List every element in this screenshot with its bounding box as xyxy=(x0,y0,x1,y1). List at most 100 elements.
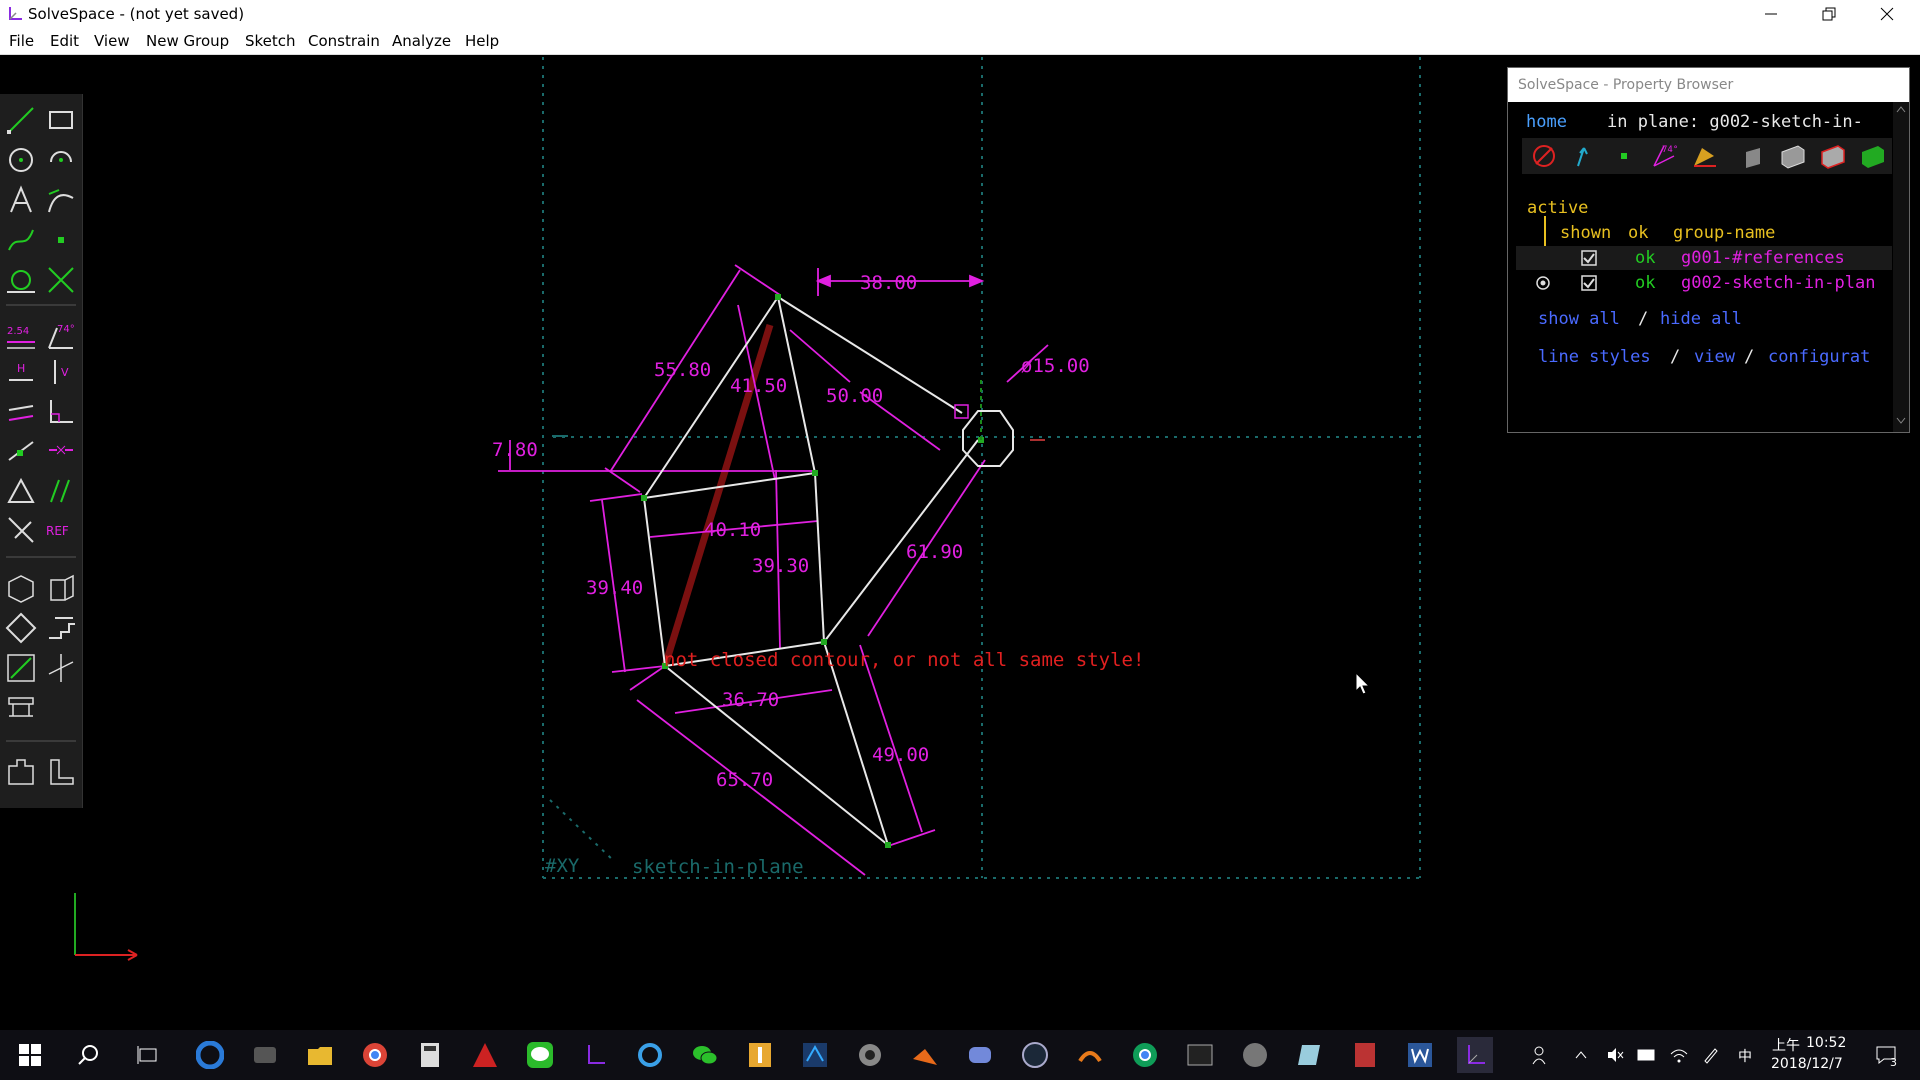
reference-toggle-button[interactable] xyxy=(5,514,37,546)
taskbar-word[interactable] xyxy=(1402,1037,1438,1073)
tray-overflow-button[interactable] xyxy=(1570,1037,1592,1073)
clock-time[interactable]: 10:52 xyxy=(1806,1035,1846,1051)
search-button[interactable] xyxy=(70,1037,106,1073)
dimension-label[interactable]: 65.70 xyxy=(716,769,773,791)
taskbar-ie[interactable] xyxy=(632,1037,668,1073)
helix-button[interactable] xyxy=(45,612,77,644)
battery-button[interactable] xyxy=(1636,1037,1658,1073)
dimension-label[interactable]: 41.50 xyxy=(730,375,787,397)
horizontal-constraint-button[interactable]: H xyxy=(5,356,37,388)
selected-point[interactable] xyxy=(954,404,969,419)
group-row[interactable]: ok g002-sketch-in-plan xyxy=(1516,271,1892,295)
property-browser-scrollbar[interactable] xyxy=(1893,102,1909,432)
symmetric-constraint-button[interactable] xyxy=(5,474,37,506)
perpendicular-constraint-button[interactable] xyxy=(45,396,77,428)
taskbar-matlab[interactable] xyxy=(907,1037,943,1073)
clock-date[interactable]: 2018/12/7 xyxy=(1771,1056,1843,1072)
taskbar-steam[interactable] xyxy=(1017,1037,1053,1073)
close-button[interactable] xyxy=(1858,0,1916,28)
assemble-button[interactable] xyxy=(5,756,37,788)
reference-button[interactable]: REF xyxy=(45,514,77,546)
line-tool-button[interactable] xyxy=(5,104,37,136)
tangent-arc-tool-button[interactable] xyxy=(45,184,77,216)
distance-constraint-button[interactable]: 2.54 xyxy=(5,320,37,352)
dimension-label[interactable]: 7.80 xyxy=(492,439,538,461)
active-group-radio-icon[interactable] xyxy=(1534,274,1552,292)
point-tool-button[interactable] xyxy=(45,224,77,256)
menu-constrain[interactable]: Constrain xyxy=(308,32,380,50)
taskbar-app-red[interactable] xyxy=(1347,1037,1383,1073)
taskbar-app-camera[interactable] xyxy=(852,1037,888,1073)
taskbar-solvespace-active[interactable] xyxy=(1457,1037,1493,1073)
sketch-line[interactable] xyxy=(643,472,816,499)
taskbar-edge[interactable] xyxy=(192,1037,228,1073)
task-view-button[interactable] xyxy=(130,1037,166,1073)
dimension-label[interactable]: 36.70 xyxy=(722,689,779,711)
taskbar-app-sphere[interactable] xyxy=(1237,1037,1273,1073)
ime-indicator[interactable]: 中 xyxy=(1738,1046,1752,1066)
dimension-label[interactable]: 39.30 xyxy=(752,555,809,577)
group-name-link[interactable]: g001-#references xyxy=(1681,248,1845,268)
taskbar-autocad[interactable] xyxy=(467,1037,503,1073)
menu-sketch[interactable]: Sketch xyxy=(245,32,296,50)
volume-button[interactable] xyxy=(1604,1037,1626,1073)
network-button[interactable] xyxy=(1668,1037,1690,1073)
checkbox-checked-icon[interactable] xyxy=(1580,249,1598,267)
circle-tool-button[interactable] xyxy=(5,144,37,176)
taskbar-chrome-2[interactable] xyxy=(1127,1037,1163,1073)
taskbar-terminal[interactable] xyxy=(1182,1037,1218,1073)
clock-ampm[interactable]: 上午 xyxy=(1772,1035,1800,1055)
taskbar-line[interactable] xyxy=(522,1037,558,1073)
menu-help[interactable]: Help xyxy=(465,32,499,50)
outlines-toggle-icon[interactable] xyxy=(1818,142,1846,170)
shaded-toggle-icon[interactable] xyxy=(1740,142,1768,170)
group-row[interactable]: ok g001-#references xyxy=(1516,246,1892,270)
parallel-constraint-button[interactable] xyxy=(5,396,37,428)
taskbar-app-glass[interactable] xyxy=(1292,1037,1328,1073)
minimize-button[interactable] xyxy=(1742,0,1800,28)
view-link[interactable]: view xyxy=(1694,347,1735,367)
text-tool-button[interactable] xyxy=(5,184,37,216)
dimension-label[interactable]: 38.00 xyxy=(860,272,917,294)
workplane-group-button[interactable] xyxy=(5,572,37,604)
taskbar-solvespace-small[interactable] xyxy=(577,1037,613,1073)
equal-constraint-button[interactable] xyxy=(45,434,77,466)
workplane-toggle-icon[interactable] xyxy=(1530,142,1558,170)
import-button[interactable] xyxy=(5,692,37,724)
arc-tool-button[interactable] xyxy=(45,144,77,176)
show-all-link[interactable]: show all xyxy=(1538,309,1620,329)
bezier-tool-button[interactable] xyxy=(5,224,37,256)
point-on-constraint-button[interactable] xyxy=(5,434,37,466)
dimension-label[interactable]: ø15.00 xyxy=(1021,355,1090,377)
edges-toggle-icon[interactable] xyxy=(1778,142,1806,170)
mesh-toggle-icon[interactable] xyxy=(1858,142,1886,170)
action-center-button[interactable] xyxy=(1868,1037,1904,1073)
tangent-constraint-button[interactable] xyxy=(45,474,77,506)
constraints-toggle-icon[interactable]: 74° xyxy=(1650,142,1678,170)
taskbar-discord[interactable] xyxy=(962,1037,998,1073)
dimension-label[interactable]: 39.40 xyxy=(586,577,643,599)
people-button[interactable] xyxy=(1524,1037,1560,1073)
taskbar-file-explorer[interactable] xyxy=(302,1037,338,1073)
dimension-label[interactable]: 40.10 xyxy=(704,519,761,541)
sketch-circle[interactable] xyxy=(962,410,1014,467)
group-name-link[interactable]: g002-sketch-in-plan xyxy=(1681,273,1875,293)
split-tool-button[interactable] xyxy=(45,264,77,296)
line-styles-link[interactable]: line styles xyxy=(1538,347,1651,367)
vertical-constraint-button[interactable]: V xyxy=(45,356,77,388)
taskbar-app-gecko[interactable] xyxy=(1072,1037,1108,1073)
angle-constraint-button[interactable]: 74° xyxy=(45,320,77,352)
taskbar-chrome[interactable] xyxy=(357,1037,393,1073)
taskbar-wechat[interactable] xyxy=(687,1037,723,1073)
rectangle-tool-button[interactable] xyxy=(45,104,77,136)
points-toggle-icon[interactable] xyxy=(1610,142,1638,170)
home-link[interactable]: home xyxy=(1526,112,1567,132)
hide-all-link[interactable]: hide all xyxy=(1660,309,1742,329)
sketch-in-3d-button[interactable] xyxy=(5,652,37,684)
normals-toggle-icon[interactable] xyxy=(1570,142,1598,170)
faces-toggle-icon[interactable] xyxy=(1690,142,1718,170)
menu-view[interactable]: View xyxy=(94,32,130,50)
taskbar-calculator[interactable] xyxy=(412,1037,448,1073)
pen-button[interactable] xyxy=(1700,1037,1722,1073)
menu-new-group[interactable]: New Group xyxy=(146,32,229,50)
